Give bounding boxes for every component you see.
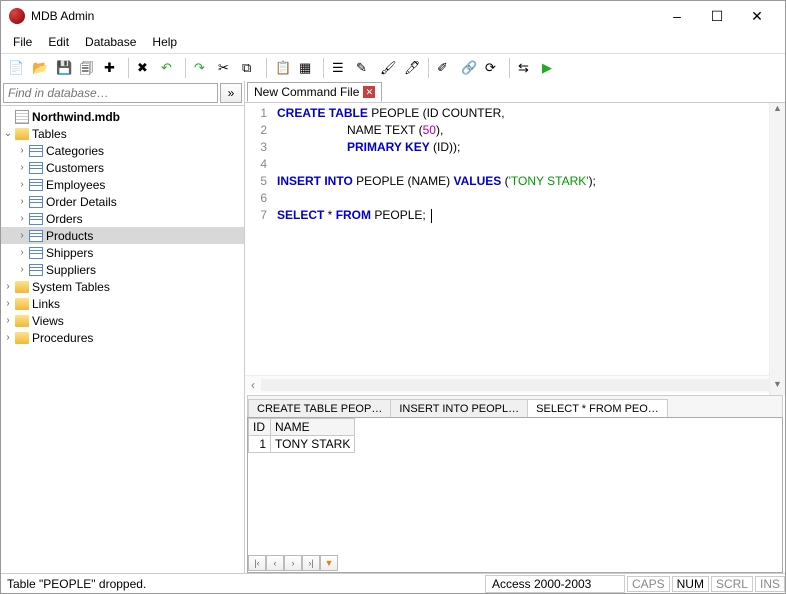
wand1-button[interactable]: ✎ <box>353 57 375 79</box>
sidebar: » Northwind.mdb⌄Tables›Categories›Custom… <box>1 81 245 573</box>
status-db-format: Access 2000-2003 <box>485 575 625 593</box>
table-categories[interactable]: ›Categories <box>1 142 244 159</box>
wand2-button[interactable]: 🖌 <box>377 57 399 79</box>
wand4-button[interactable]: ✐ <box>434 57 456 79</box>
code-area[interactable]: CREATE TABLE PEOPLE (ID COUNTER, NAME TE… <box>273 103 785 375</box>
window-title: MDB Admin <box>31 9 657 23</box>
procedures-node[interactable]: ›Procedures <box>1 329 244 346</box>
table-suppliers[interactable]: ›Suppliers <box>1 261 244 278</box>
col-name[interactable]: NAME <box>271 419 355 436</box>
system-tables-node[interactable]: ›System Tables <box>1 278 244 295</box>
result-tab-bar: CREATE TABLE PEOP…INSERT INTO PEOPL…SELE… <box>247 395 783 417</box>
editor-tab-label: New Command File <box>254 85 359 99</box>
menu-help[interactable]: Help <box>144 33 185 51</box>
copy-button[interactable]: ⧉ <box>239 57 261 79</box>
status-message: Table "PEOPLE" dropped. <box>1 575 152 593</box>
status-bar: Table "PEOPLE" dropped. Access 2000-2003… <box>1 573 785 593</box>
table-order-details[interactable]: ›Order Details <box>1 193 244 210</box>
maximize-button[interactable]: ☐ <box>697 2 737 30</box>
wand3-button[interactable]: 🖊 <box>401 57 423 79</box>
title-bar: MDB Admin – ☐ ✕ <box>1 1 785 31</box>
table-shippers[interactable]: ›Shippers <box>1 244 244 261</box>
close-tab-icon[interactable]: ✕ <box>363 86 375 98</box>
table-products[interactable]: ›Products <box>1 227 244 244</box>
tables-node[interactable]: ⌄Tables <box>1 125 244 142</box>
nav-first-button[interactable]: |‹ <box>248 555 266 571</box>
redo-button[interactable]: ↷ <box>191 57 213 79</box>
views-node[interactable]: ›Views <box>1 312 244 329</box>
sql-editor[interactable]: 1234567 CREATE TABLE PEOPLE (ID COUNTER,… <box>245 103 785 375</box>
run-button[interactable]: ▶ <box>539 57 561 79</box>
close-button[interactable]: ✕ <box>737 2 777 30</box>
line-number-gutter: 1234567 <box>245 103 273 375</box>
table-customers[interactable]: ›Customers <box>1 159 244 176</box>
scroll-left-icon[interactable]: ‹ <box>245 378 261 392</box>
query-button[interactable]: ▦ <box>296 57 318 79</box>
refresh-button[interactable]: ⟳ <box>482 57 504 79</box>
scroll-down-icon[interactable]: ▼ <box>770 379 785 395</box>
editor-hscrollbar[interactable]: ‹ › <box>245 375 785 393</box>
result-tab-0[interactable]: CREATE TABLE PEOP… <box>248 399 391 418</box>
search-go-button[interactable]: » <box>220 83 242 103</box>
undo-button[interactable]: ↶ <box>158 57 180 79</box>
result-tab-1[interactable]: INSERT INTO PEOPL… <box>390 399 528 418</box>
save-button[interactable]: 💾 <box>53 57 75 79</box>
cut-button[interactable]: ✂ <box>215 57 237 79</box>
db-node[interactable]: Northwind.mdb <box>1 108 244 125</box>
editor-vscrollbar[interactable]: ▲ ▼ <box>769 103 785 395</box>
links-node[interactable]: ›Links <box>1 295 244 312</box>
sync-button[interactable]: ⇆ <box>515 57 537 79</box>
num-indicator: NUM <box>672 576 709 592</box>
menu-file[interactable]: File <box>5 33 40 51</box>
nav-filter-button[interactable]: ▼ <box>320 555 338 571</box>
result-grid[interactable]: IDNAME1TONY STARK |‹ ‹ › ›| ▼ <box>247 417 783 573</box>
new-button[interactable]: 📄 <box>5 57 27 79</box>
nav-next-button[interactable]: › <box>284 555 302 571</box>
minimize-button[interactable]: – <box>657 2 697 30</box>
editor-tab-bar: New Command File ✕ <box>245 81 785 103</box>
form-button[interactable]: ☰ <box>329 57 351 79</box>
del-db-button[interactable]: ✖ <box>134 57 156 79</box>
search-input[interactable] <box>3 83 218 103</box>
record-navigator: |‹ ‹ › ›| ▼ <box>248 554 338 572</box>
ins-indicator: INS <box>755 576 785 592</box>
open-button[interactable]: 📂 <box>29 57 51 79</box>
table-employees[interactable]: ›Employees <box>1 176 244 193</box>
scrl-indicator: SCRL <box>711 576 753 592</box>
nav-last-button[interactable]: ›| <box>302 555 320 571</box>
col-id[interactable]: ID <box>249 419 271 436</box>
nav-prev-button[interactable]: ‹ <box>266 555 284 571</box>
caps-indicator: CAPS <box>627 576 670 592</box>
table-orders[interactable]: ›Orders <box>1 210 244 227</box>
editor-tab[interactable]: New Command File ✕ <box>247 82 382 102</box>
link-button[interactable]: 🔗 <box>458 57 480 79</box>
database-tree[interactable]: Northwind.mdb⌄Tables›Categories›Customer… <box>1 106 244 573</box>
menu-edit[interactable]: Edit <box>40 33 77 51</box>
paste-button[interactable]: 📋 <box>272 57 294 79</box>
toolbar: 📄📂💾🗐✚ ✖↶ ↷✂⧉ 📋▦ ☰✎🖌🖊 ✐🔗⟳ ⇆▶ <box>1 53 785 81</box>
result-tab-2[interactable]: SELECT * FROM PEO… <box>527 399 668 418</box>
menu-bar: File Edit Database Help <box>1 31 785 53</box>
table-row[interactable]: 1TONY STARK <box>249 436 355 453</box>
copy-db-button[interactable]: 🗐 <box>77 57 99 79</box>
new-db-button[interactable]: ✚ <box>101 57 123 79</box>
menu-database[interactable]: Database <box>77 33 144 51</box>
app-icon <box>9 8 25 24</box>
scroll-up-icon[interactable]: ▲ <box>770 103 785 119</box>
